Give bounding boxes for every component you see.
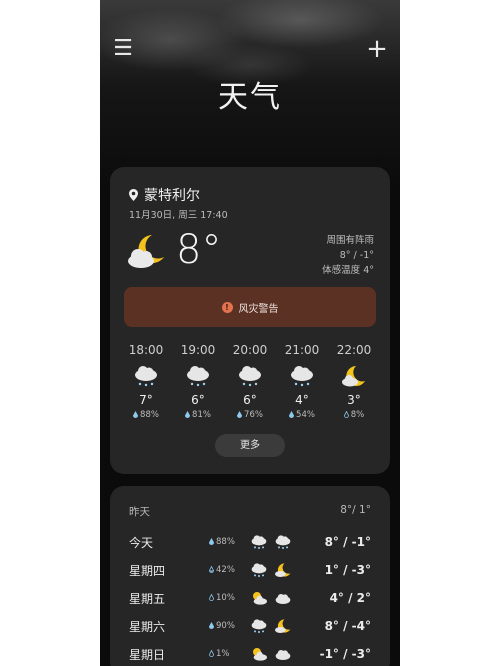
- hourly-item: 20:00 6° 76%: [224, 343, 276, 420]
- snow-cloud-icon: [135, 366, 157, 387]
- hour-precip: 54%: [296, 410, 315, 420]
- hour-precip: 76%: [244, 410, 263, 420]
- cloud-icon: [275, 650, 291, 660]
- yesterday-range: 8°/ 1°: [340, 504, 371, 516]
- day-range: 1° / -3°: [324, 563, 371, 577]
- raindrop-icon: [185, 411, 191, 418]
- more-button[interactable]: 更多: [215, 434, 285, 457]
- day-label: 星期五: [129, 591, 166, 606]
- list-item[interactable]: 星期日 1% -1° / -3°: [129, 640, 371, 666]
- hourly-item: 21:00 4° 54%: [276, 343, 328, 420]
- day-label: 星期四: [129, 563, 166, 578]
- moon-icon: [275, 619, 291, 633]
- raindrop-outline-icon: [209, 650, 214, 657]
- partly-sunny-icon: [253, 648, 267, 661]
- snow-cloud-icon: [291, 366, 313, 387]
- high-low: 8° / -1°: [339, 250, 374, 261]
- hour-time: 20:00: [232, 343, 268, 357]
- day-label: 今天: [129, 535, 154, 550]
- hour-temp: 3°: [347, 393, 361, 407]
- snow-cloud-icon: [275, 535, 291, 549]
- hour-time: 22:00: [336, 343, 372, 357]
- location[interactable]: 蒙特利尔: [129, 185, 200, 205]
- list-item[interactable]: 星期四 42% 1° / -3°: [129, 556, 371, 584]
- raindrop-icon: [209, 538, 214, 545]
- partly-cloudy-night-icon: [342, 366, 365, 387]
- plus-icon[interactable]: +: [364, 36, 390, 62]
- list-item[interactable]: 星期五 10% 4° / 2°: [129, 584, 371, 612]
- hour-precip: 81%: [192, 410, 211, 420]
- day-range: 8° / -1°: [324, 535, 371, 549]
- snow-cloud-icon: [251, 535, 267, 549]
- hour-temp: 6°: [243, 393, 257, 407]
- hour-time: 21:00: [284, 343, 320, 357]
- day-precip: 10%: [216, 593, 235, 603]
- yesterday-label: 昨天: [129, 506, 150, 518]
- list-item[interactable]: 星期六 90% 8° / -4°: [129, 612, 371, 640]
- weather-alert-button[interactable]: ! 风灾警告: [124, 287, 376, 327]
- hour-precip: 8%: [350, 410, 365, 420]
- daily-list: 今天 88% 8° / -1° 星期四 42% 1° / -3° 星期五 10%…: [129, 528, 371, 666]
- weather-app: ☰ + 天气 蒙特利尔 11月30日, 周三 17:40 8° 周围有阵雨 8°…: [100, 0, 400, 666]
- moon-icon: [275, 563, 291, 577]
- raindrop-icon: [133, 411, 139, 418]
- feels-like: 体感温度 4°: [322, 265, 374, 276]
- hourly-item: 22:00 3° 8%: [328, 343, 380, 420]
- yesterday-row: 昨天 8°/ 1°: [129, 504, 371, 519]
- raindrop-icon: [209, 622, 214, 629]
- day-range: 8° / -4°: [324, 619, 371, 633]
- condition-panel: 周围有阵雨 8° / -1° 体感温度 4°: [322, 233, 374, 278]
- hour-temp: 7°: [139, 393, 153, 407]
- hour-time: 18:00: [128, 343, 164, 357]
- current-datetime: 11月30日, 周三 17:40: [129, 210, 228, 221]
- day-label: 星期日: [129, 647, 166, 662]
- location-pin-icon: [129, 189, 138, 201]
- menu-icon[interactable]: ☰: [110, 36, 136, 62]
- raindrop-icon: [289, 411, 295, 418]
- hour-precip: 88%: [140, 410, 159, 420]
- current-temperature: 8°: [176, 227, 222, 273]
- list-item[interactable]: 今天 88% 8° / -1°: [129, 528, 371, 556]
- day-range: 4° / 2°: [329, 591, 371, 605]
- day-range: -1° / -3°: [319, 647, 371, 661]
- partly-sunny-icon: [253, 592, 267, 605]
- raindrop-outline-icon: [209, 594, 214, 601]
- hour-temp: 4°: [295, 393, 309, 407]
- snow-cloud-icon: [239, 366, 261, 387]
- snow-cloud-icon: [251, 563, 267, 577]
- day-precip: 88%: [216, 537, 235, 547]
- day-precip: 1%: [216, 649, 230, 659]
- snow-cloud-icon: [251, 619, 267, 633]
- hourly-forecast: 18:00 7° 88% 19:00 6° 81% 20:00 6° 76% 2…: [120, 343, 380, 420]
- hourly-item: 19:00 6° 81%: [172, 343, 224, 420]
- daily-forecast-card: 昨天 8°/ 1° 今天 88% 8° / -1° 星期四 42% 1° / -…: [110, 486, 390, 666]
- day-label: 星期六: [129, 619, 166, 634]
- condition-text: 周围有阵雨: [326, 235, 374, 246]
- hourly-item: 18:00 7° 88%: [120, 343, 172, 420]
- warning-icon: !: [221, 301, 233, 313]
- page-title: 天气: [218, 80, 282, 115]
- raindrop-outline-icon: [343, 411, 349, 418]
- day-precip: 90%: [216, 621, 235, 631]
- current-weather-card[interactable]: 蒙特利尔 11月30日, 周三 17:40 8° 周围有阵雨 8° / -1° …: [110, 167, 390, 474]
- hour-time: 19:00: [180, 343, 216, 357]
- hour-temp: 6°: [191, 393, 205, 407]
- location-name: 蒙特利尔: [144, 188, 200, 204]
- snow-cloud-icon: [187, 366, 209, 387]
- raindrop-half-icon: [209, 566, 214, 573]
- cloud-icon: [275, 594, 291, 604]
- cloudy-night-icon: [128, 235, 164, 268]
- day-precip: 42%: [216, 565, 235, 575]
- alert-label: 风灾警告: [238, 303, 279, 315]
- raindrop-icon: [237, 411, 243, 418]
